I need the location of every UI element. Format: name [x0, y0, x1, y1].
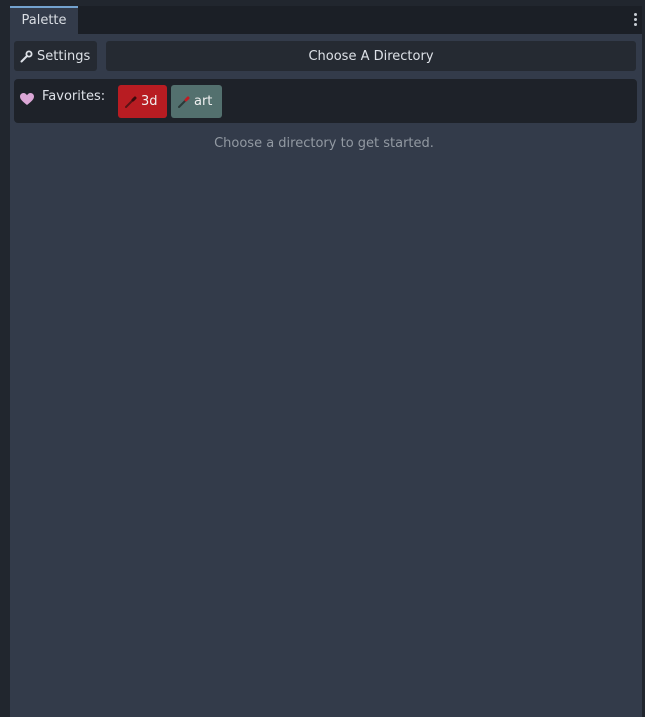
tab-label: Palette: [21, 13, 67, 28]
empty-state-message: Choose a directory to get started.: [214, 136, 434, 151]
settings-label: Settings: [37, 48, 91, 64]
choose-directory-button[interactable]: Choose A Directory: [106, 41, 636, 71]
favorites-label: Favorites:: [42, 89, 106, 104]
wrench-icon: [20, 50, 33, 62]
favorite-label: 3d: [141, 94, 158, 109]
favorite-3d-button[interactable]: 3d: [118, 85, 167, 118]
brush-icon: [178, 96, 190, 108]
favorite-label: art: [194, 94, 213, 109]
tab-bar: Palette: [10, 6, 642, 34]
brush-icon: [125, 96, 137, 108]
heart-icon: [20, 93, 34, 105]
palette-dock: Palette Settings Choose A Directory Favo…: [0, 0, 645, 717]
more-options-icon[interactable]: [632, 13, 638, 29]
settings-button[interactable]: Settings: [14, 41, 97, 71]
palette-panel: Settings Choose A Directory Favorites: 3…: [10, 34, 642, 717]
favorite-art-button[interactable]: art: [171, 85, 222, 118]
choose-directory-label: Choose A Directory: [308, 48, 434, 64]
tab-palette[interactable]: Palette: [10, 6, 78, 34]
favorites-bar: Favorites: 3d art: [14, 79, 637, 123]
